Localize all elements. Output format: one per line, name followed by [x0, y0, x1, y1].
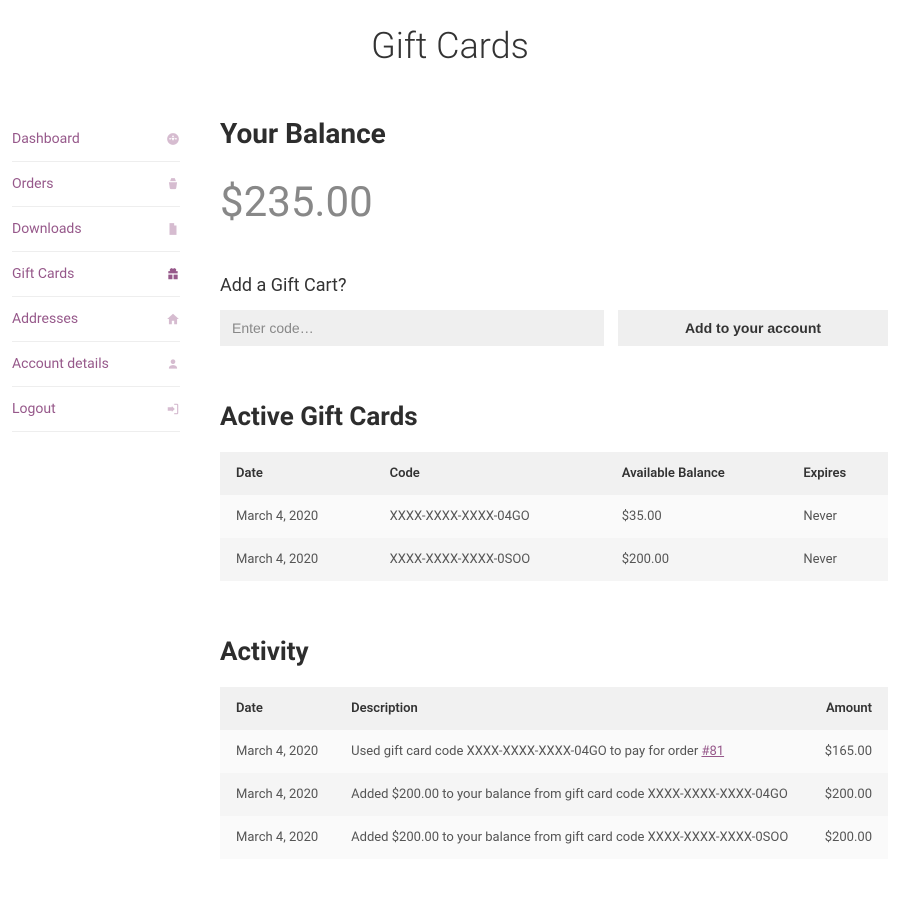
- col-date: Date: [220, 687, 335, 730]
- sidebar-item-label: Dashboard: [12, 131, 80, 147]
- sidebar-item-giftcards[interactable]: Gift Cards: [12, 252, 180, 297]
- cell-available: $200.00: [606, 538, 788, 581]
- sidebar-item-logout[interactable]: Logout: [12, 387, 180, 432]
- cell-date: March 4, 2020: [220, 730, 335, 773]
- home-icon: [166, 312, 180, 326]
- cell-amount: $165.00: [808, 730, 888, 773]
- cell-description: Added $200.00 to your balance from gift …: [335, 773, 808, 816]
- gift-icon: [166, 267, 180, 281]
- table-row: March 4, 2020 Added $200.00 to your balan…: [220, 816, 888, 859]
- page-title: Gift Cards: [0, 0, 900, 117]
- description-text: Used gift card code XXXX-XXXX-XXXX-04GO …: [351, 744, 701, 759]
- activity-table: Date Description Amount March 4, 2020 Use…: [220, 687, 888, 859]
- col-description: Description: [335, 687, 808, 730]
- activity-heading: Activity: [220, 637, 888, 667]
- col-amount: Amount: [808, 687, 888, 730]
- account-sidebar: Dashboard Orders Downloads Gift Cards Addres…: [12, 117, 180, 432]
- description-text: Added $200.00 to your balance from gift …: [351, 830, 788, 845]
- cell-expires: Never: [787, 538, 888, 581]
- table-header-row: Date Code Available Balance Expires: [220, 452, 888, 495]
- sidebar-item-addresses[interactable]: Addresses: [12, 297, 180, 342]
- cell-available: $35.00: [606, 495, 788, 538]
- col-code: Code: [374, 452, 606, 495]
- active-giftcards-heading: Active Gift Cards: [220, 402, 888, 432]
- sidebar-item-dashboard[interactable]: Dashboard: [12, 117, 180, 162]
- cell-amount: $200.00: [808, 773, 888, 816]
- sidebar-item-label: Downloads: [12, 221, 82, 237]
- table-row: March 4, 2020XXXX-XXXX-XXXX-04GO$35.00Ne…: [220, 495, 888, 538]
- sidebar-item-label: Logout: [12, 401, 56, 417]
- cell-date: March 4, 2020: [220, 538, 374, 581]
- col-available: Available Balance: [606, 452, 788, 495]
- sidebar-item-downloads[interactable]: Downloads: [12, 207, 180, 252]
- cell-code: XXXX-XXXX-XXXX-04GO: [374, 495, 606, 538]
- sidebar-item-label: Gift Cards: [12, 266, 74, 282]
- table-row: March 4, 2020XXXX-XXXX-XXXX-0SOO$200.00N…: [220, 538, 888, 581]
- basket-icon: [166, 177, 180, 191]
- add-to-account-button[interactable]: Add to your account: [618, 310, 888, 346]
- col-date: Date: [220, 452, 374, 495]
- sidebar-item-label: Orders: [12, 176, 54, 192]
- cell-date: March 4, 2020: [220, 816, 335, 859]
- table-row: March 4, 2020 Added $200.00 to your balan…: [220, 773, 888, 816]
- sidebar-item-account[interactable]: Account details: [12, 342, 180, 387]
- sidebar-item-label: Account details: [12, 356, 109, 372]
- main-content: Your Balance $235.00 Add a Gift Cart? Ad…: [220, 117, 888, 915]
- order-link[interactable]: #81: [701, 744, 724, 759]
- user-icon: [166, 357, 180, 371]
- add-giftcard-heading: Add a Gift Cart?: [220, 275, 888, 296]
- col-expires: Expires: [787, 452, 888, 495]
- cell-date: March 4, 2020: [220, 495, 374, 538]
- file-icon: [166, 222, 180, 236]
- giftcard-code-input[interactable]: [220, 310, 604, 346]
- cell-description: Used gift card code XXXX-XXXX-XXXX-04GO …: [335, 730, 808, 773]
- sidebar-item-orders[interactable]: Orders: [12, 162, 180, 207]
- add-giftcard-row: Add to your account: [220, 310, 888, 346]
- layout-container: Dashboard Orders Downloads Gift Cards Addres…: [0, 117, 900, 915]
- cell-amount: $200.00: [808, 816, 888, 859]
- logout-icon: [166, 402, 180, 416]
- active-giftcards-table: Date Code Available Balance Expires Marc…: [220, 452, 888, 581]
- cell-description: Added $200.00 to your balance from gift …: [335, 816, 808, 859]
- balance-amount: $235.00: [220, 178, 888, 227]
- description-text: Added $200.00 to your balance from gift …: [351, 787, 788, 802]
- cell-date: March 4, 2020: [220, 773, 335, 816]
- cell-code: XXXX-XXXX-XXXX-0SOO: [374, 538, 606, 581]
- cell-expires: Never: [787, 495, 888, 538]
- table-header-row: Date Description Amount: [220, 687, 888, 730]
- sidebar-item-label: Addresses: [12, 311, 78, 327]
- balance-heading: Your Balance: [220, 117, 888, 150]
- dashboard-icon: [166, 132, 180, 146]
- table-row: March 4, 2020 Used gift card code XXXX-XX…: [220, 730, 888, 773]
